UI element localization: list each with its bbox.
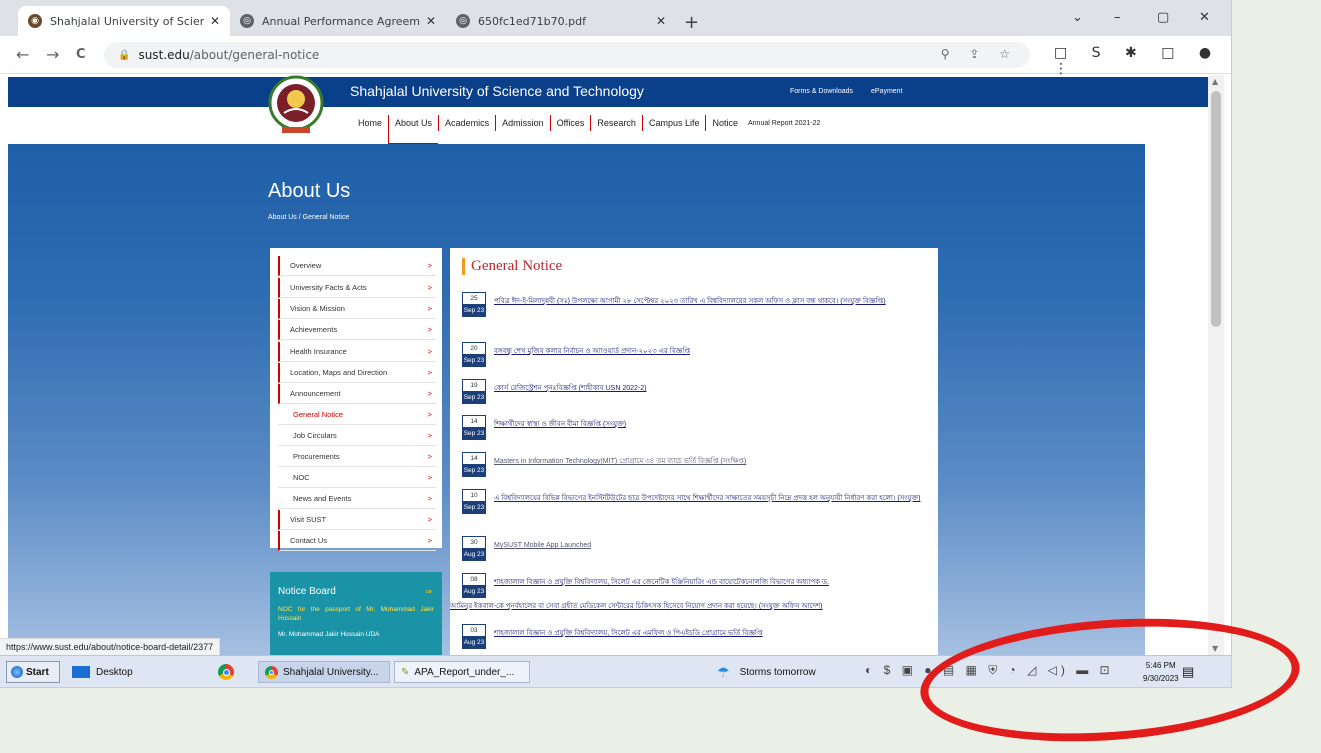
taskbar-app-chrome[interactable]: Shahjalal University... bbox=[258, 661, 390, 683]
omnibox-icons[interactable]: ⚲ ⇪ ☆ bbox=[941, 47, 1018, 61]
restore-button[interactable]: ▢ bbox=[1157, 10, 1169, 25]
sidebar-item-noc[interactable]: NOC > bbox=[278, 468, 436, 488]
notice-link-continued[interactable]: আমিনুর ইকবাল-কে পুনর্বহালের বা সেবা গ্রহ… bbox=[450, 600, 920, 612]
url-domain: sust.edu bbox=[138, 48, 190, 62]
close-icon[interactable]: ✕ bbox=[656, 14, 666, 28]
sidebar-item-job-circulars[interactable]: Job Circulars > bbox=[278, 426, 436, 446]
weather-widget[interactable]: ☂ Storms tomorrow bbox=[717, 661, 816, 683]
link-status-url: https://www.sust.edu/about/notice-board-… bbox=[0, 638, 221, 656]
site-name[interactable]: Shahjalal University of Science and Tech… bbox=[350, 83, 644, 99]
notice-date: 20 Sep 23 bbox=[462, 342, 486, 367]
new-tab-button[interactable]: + bbox=[684, 12, 699, 33]
sidebar-item-news-events[interactable]: News and Events > bbox=[278, 489, 436, 509]
notice-date: 25 Sep 23 bbox=[462, 292, 486, 317]
section-title: General Notice bbox=[462, 258, 562, 275]
address-bar[interactable]: 🔒 sust.edu/about/general-notice ⚲ ⇪ ☆ bbox=[104, 42, 1030, 68]
notice-date: 19 Sep 23 bbox=[462, 379, 486, 404]
storm-icon: ☂ bbox=[717, 663, 730, 680]
nav-research[interactable]: Research bbox=[590, 115, 642, 131]
notice-board-title: Notice Board bbox=[278, 586, 336, 597]
taskbar-app-document[interactable]: ✎ APA_Report_under_... bbox=[394, 661, 530, 683]
page-title: About Us bbox=[268, 180, 351, 202]
main-nav: Home About Us Academics Admission Office… bbox=[352, 115, 824, 145]
notice-board: Notice Board ⇒ NOC for the passport of M… bbox=[270, 572, 442, 655]
notice-link[interactable]: বঙ্গবন্ধু শেখ মুজিব কলার নির্বাচন ও অ্যা… bbox=[494, 344, 936, 359]
breadcrumb: About Us / General Notice bbox=[268, 214, 350, 221]
window-close-button[interactable]: ✕ bbox=[1199, 10, 1210, 25]
tab-sust[interactable]: ◉ Shahjalal University of Science & ✕ bbox=[18, 6, 230, 36]
windows-logo-icon bbox=[11, 666, 23, 678]
forward-button[interactable]: → bbox=[46, 45, 59, 64]
sidebar-item-facts[interactable]: University Facts & Acts > bbox=[278, 278, 436, 298]
tab-pdf[interactable]: ◎ 650fc1ed71b70.pdf ✕ bbox=[446, 6, 676, 36]
arrow-right-icon[interactable]: ⇒ bbox=[425, 587, 432, 596]
sidebar-item-overview[interactable]: Overview > bbox=[278, 256, 436, 276]
browser-tab-strip: ◉ Shahjalal University of Science & ✕ ◎ … bbox=[0, 0, 1231, 36]
tab-apa[interactable]: ◎ Annual Performance Agreement ✕ bbox=[230, 6, 446, 36]
nav-campus-life[interactable]: Campus Life bbox=[641, 115, 706, 131]
notice-link[interactable]: এ বিশ্ববিদ্যালয়ের বিভিন্ন বিভাগের ইনস্ট… bbox=[494, 491, 934, 506]
notice-link[interactable]: কোর্স রেজিস্ট্রেশন পুনঃবিজ্ঞপ্তি (শাহীকা… bbox=[494, 381, 936, 396]
nav-notice[interactable]: Notice bbox=[705, 115, 744, 131]
sidebar-item-vision[interactable]: Vision & Mission > bbox=[278, 299, 436, 319]
sidebar-item-procurements[interactable]: Procurements > bbox=[278, 447, 436, 467]
notice-date: 30 Aug 23 bbox=[462, 536, 486, 561]
close-icon[interactable]: ✕ bbox=[210, 14, 220, 28]
document-icon: ✎ bbox=[401, 666, 410, 678]
reload-button[interactable]: C bbox=[76, 47, 86, 62]
notice-link[interactable]: পবিত্র ঈদ-ই-মিলাদুন্নবী (সঃ) উপলক্ষ্যে আ… bbox=[494, 294, 936, 309]
notice-date: 03 Aug 23 bbox=[462, 624, 486, 649]
extension-icons[interactable]: □ S ✱ □ ● ⋮ bbox=[1054, 45, 1231, 77]
top-links: Forms & Downloads ePayment bbox=[790, 88, 919, 95]
desktop-icon bbox=[72, 666, 90, 678]
scroll-up-icon[interactable]: ▲ bbox=[1212, 77, 1218, 86]
globe-icon: ◎ bbox=[240, 14, 254, 28]
nav-home[interactable]: Home bbox=[352, 115, 388, 131]
nav-offices[interactable]: Offices bbox=[549, 115, 591, 131]
sidebar-item-general-notice[interactable]: General Notice > bbox=[278, 405, 436, 425]
sidebar-item-contact[interactable]: Contact Us > bbox=[278, 531, 436, 551]
nav-annual-report[interactable]: Annual Report 2021-22 bbox=[744, 115, 824, 145]
url-path: /about/general-notice bbox=[189, 48, 320, 62]
notice-date: 10 Sep 23 bbox=[462, 489, 486, 514]
globe-icon: ◎ bbox=[456, 14, 470, 28]
browser-toolbar: ← → C 🔒 sust.edu/about/general-notice ⚲ … bbox=[0, 36, 1231, 74]
notice-board-item[interactable]: Mr. Mohammad Jakir Hossain UDA bbox=[278, 630, 434, 639]
sidebar-item-achievements[interactable]: Achievements > bbox=[278, 320, 436, 340]
notice-date: 14 Sep 23 bbox=[462, 452, 486, 477]
notice-link[interactable]: Masters in Information Technology(MIT) প… bbox=[494, 454, 936, 469]
nav-admission[interactable]: Admission bbox=[495, 115, 550, 131]
sidebar-item-health[interactable]: Health Insurance > bbox=[278, 342, 436, 362]
close-icon[interactable]: ✕ bbox=[426, 14, 436, 28]
web-page: Shahjalal University of Science and Tech… bbox=[0, 75, 1208, 655]
forms-downloads-link[interactable]: Forms & Downloads bbox=[790, 88, 853, 95]
sidebar-item-location[interactable]: Location, Maps and Direction > bbox=[278, 363, 436, 383]
lock-icon: 🔒 bbox=[118, 49, 131, 61]
notice-link[interactable]: MySUST Mobile App Launched bbox=[494, 538, 936, 553]
chrome-taskbar-icon[interactable] bbox=[218, 661, 234, 683]
tab-search-icon[interactable]: ⌄ bbox=[1072, 10, 1083, 25]
notice-link[interactable]: শিক্ষার্থীদের স্বাস্থ্য ও জীবন বীমা বিজ্… bbox=[494, 417, 936, 432]
back-button[interactable]: ← bbox=[16, 45, 29, 64]
scroll-thumb[interactable] bbox=[1211, 91, 1221, 327]
about-sidebar: Overview > University Facts & Acts > Visio… bbox=[270, 248, 442, 551]
minimize-button[interactable]: – bbox=[1114, 10, 1121, 25]
sidebar-item-announcement[interactable]: Announcement > bbox=[278, 384, 436, 404]
sust-favicon-icon: ◉ bbox=[28, 14, 42, 28]
desktop-button[interactable]: Desktop bbox=[72, 661, 133, 683]
university-logo[interactable] bbox=[268, 75, 324, 137]
notice-link[interactable]: শাহজালাল বিজ্ঞান ও প্রযুক্তি বিশ্ববিদ্যা… bbox=[494, 626, 936, 641]
epayment-link[interactable]: ePayment bbox=[871, 88, 903, 95]
nav-about-us[interactable]: About Us bbox=[388, 115, 439, 145]
page-scrollbar[interactable]: ▲ ▼ bbox=[1208, 75, 1224, 655]
notice-date: 08 Aug 23 bbox=[462, 573, 486, 598]
nav-academics[interactable]: Academics bbox=[438, 115, 495, 131]
notice-link[interactable]: শাহজালাল বিজ্ঞান ও প্রযুক্তি বিশ্ববিদ্যা… bbox=[494, 575, 936, 590]
desktop-screen: ◉ Shahjalal University of Science & ✕ ◎ … bbox=[0, 0, 1232, 688]
notice-date: 14 Sep 23 bbox=[462, 415, 486, 440]
notice-list-panel: General Notice 25 Sep 23 পবিত্র ঈদ-ই-মিলা… bbox=[450, 248, 938, 655]
notice-board-item[interactable]: NOC for the passport of Mr. Mohammad Jak… bbox=[278, 605, 434, 623]
sidebar-item-visit[interactable]: Visit SUST > bbox=[278, 510, 436, 530]
start-button[interactable]: Start bbox=[6, 661, 60, 683]
